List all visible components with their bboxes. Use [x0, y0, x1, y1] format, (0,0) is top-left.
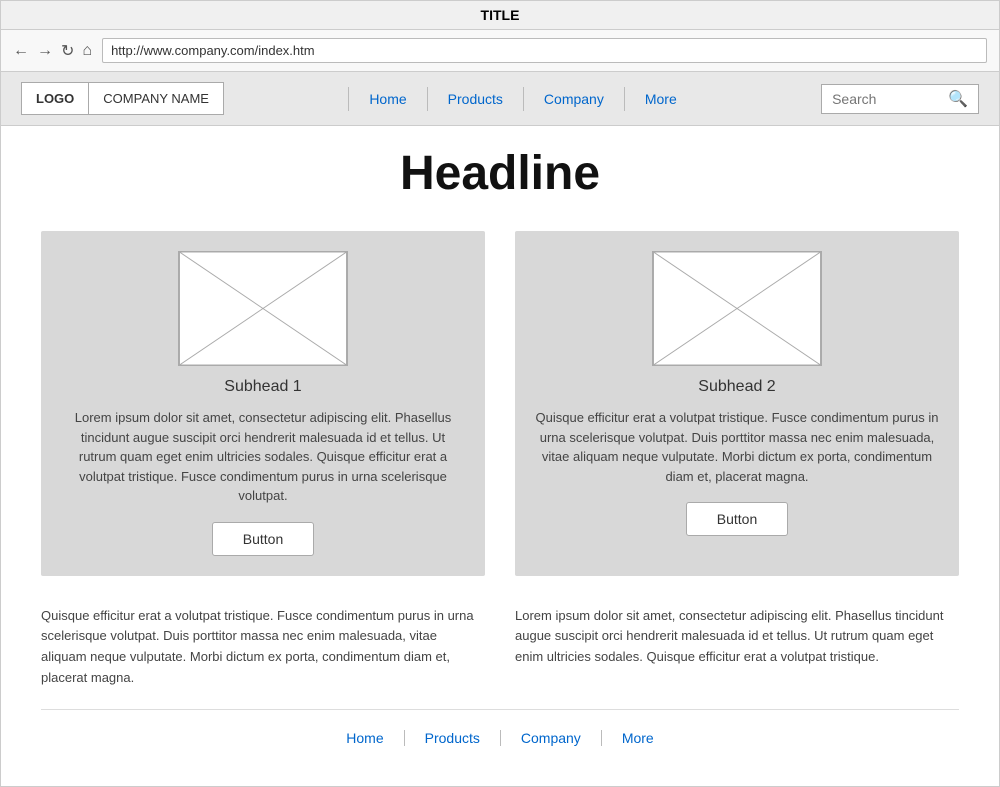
title-bar: TITLE	[1, 1, 999, 30]
card-2: Subhead 2 Quisque efficitur erat a volut…	[515, 231, 959, 576]
refresh-button[interactable]: ↻	[61, 41, 74, 61]
card-1-image	[178, 251, 348, 366]
footer-link-home[interactable]: Home	[326, 730, 404, 746]
body-text-left: Quisque efficitur erat a volutpat tristi…	[41, 606, 485, 689]
cards-row: Subhead 1 Lorem ipsum dolor sit amet, co…	[41, 231, 959, 576]
card-1-button[interactable]: Button	[212, 522, 314, 556]
footer-link-company[interactable]: Company	[501, 730, 602, 746]
card-1-body: Lorem ipsum dolor sit amet, consectetur …	[61, 408, 465, 506]
address-input[interactable]	[102, 38, 987, 63]
nav-link-company[interactable]: Company	[524, 87, 625, 111]
logo: LOGO	[22, 83, 89, 114]
main-nav: Home Products Company More	[244, 87, 801, 111]
card-2-subhead: Subhead 2	[698, 378, 775, 396]
page-title: TITLE	[481, 7, 520, 23]
search-icon[interactable]: 🔍	[948, 89, 968, 109]
back-button[interactable]: ←	[13, 42, 29, 60]
card-1: Subhead 1 Lorem ipsum dolor sit amet, co…	[41, 231, 485, 576]
forward-button[interactable]: →	[37, 42, 53, 60]
nav-link-more[interactable]: More	[625, 87, 697, 111]
search-area: 🔍	[821, 84, 979, 114]
card-2-button[interactable]: Button	[686, 502, 788, 536]
footer-link-more[interactable]: More	[602, 730, 674, 746]
nav-link-products[interactable]: Products	[428, 87, 524, 111]
browser-nav-buttons: ← → ↻ ⌂	[13, 41, 92, 61]
body-text-right: Lorem ipsum dolor sit amet, consectetur …	[515, 606, 959, 689]
site-header: LOGO COMPANY NAME Home Products Company …	[1, 72, 999, 126]
main-content: Headline Subhead 1 Lorem ipsum dolor sit…	[1, 126, 999, 786]
card-1-subhead: Subhead 1	[224, 378, 301, 396]
logo-area: LOGO COMPANY NAME	[21, 82, 224, 115]
body-text-row: Quisque efficitur erat a volutpat tristi…	[41, 606, 959, 689]
card-2-image	[652, 251, 822, 366]
address-bar: ← → ↻ ⌂	[1, 30, 999, 72]
footer-nav: Home Products Company More	[41, 709, 959, 756]
home-button[interactable]: ⌂	[82, 42, 92, 60]
card-2-body: Quisque efficitur erat a volutpat tristi…	[535, 408, 939, 486]
page-headline: Headline	[41, 146, 959, 201]
company-name: COMPANY NAME	[89, 83, 223, 114]
footer-link-products[interactable]: Products	[405, 730, 501, 746]
nav-link-home[interactable]: Home	[348, 87, 427, 111]
search-input[interactable]	[832, 91, 942, 107]
